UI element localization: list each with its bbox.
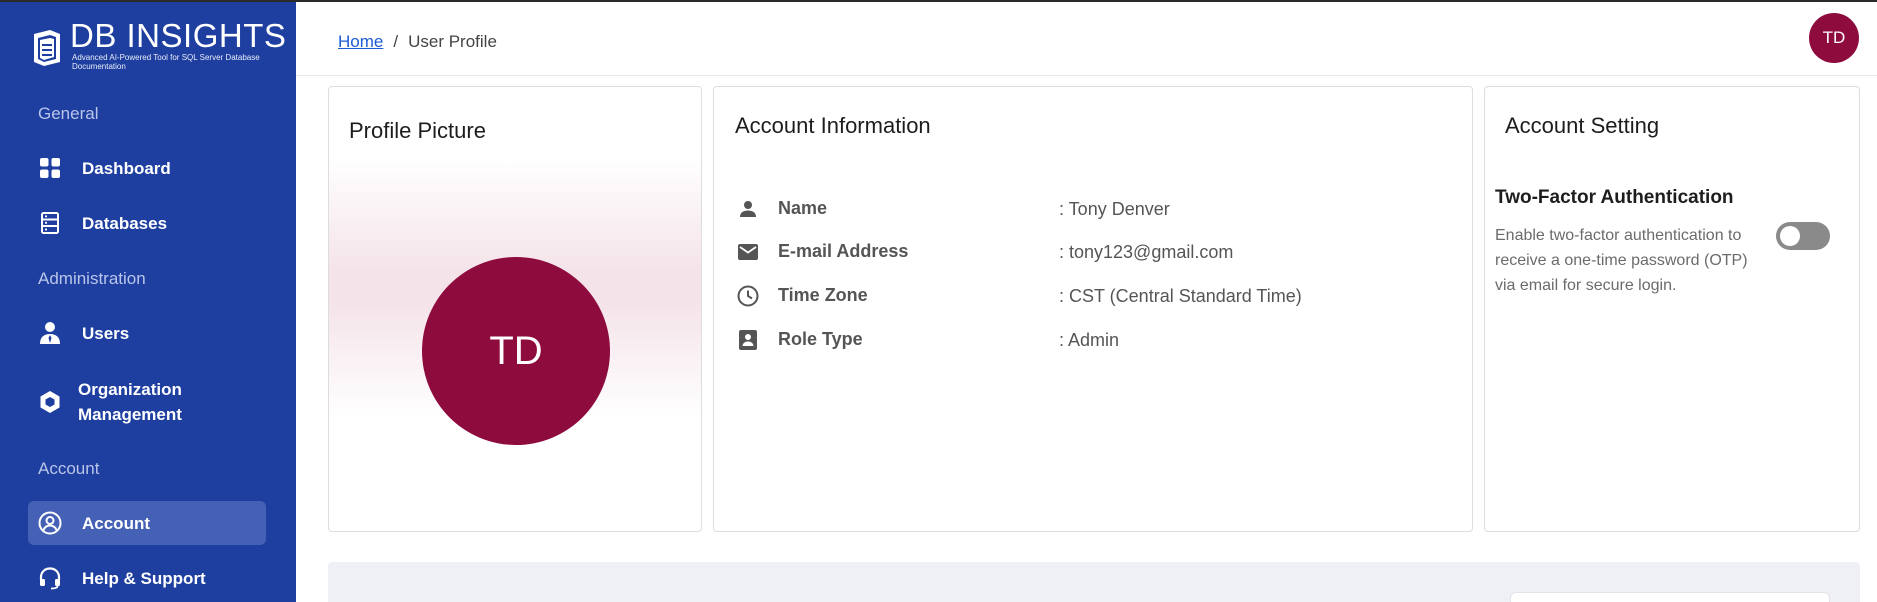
profile-picture-title: Profile Picture: [349, 118, 486, 143]
sidebar-item-label: Account: [82, 513, 150, 533]
sidebar-item-label: Organization Management: [78, 380, 182, 424]
logo-title: DB INSIGHTS: [70, 17, 287, 54]
bottom-panel-control[interactable]: [1510, 592, 1830, 602]
top-header: Home / User Profile TD: [296, 2, 1877, 76]
info-value: : tony123@gmail.com: [1059, 242, 1234, 262]
breadcrumb-separator: /: [393, 32, 399, 51]
mail-icon: [736, 240, 760, 264]
clock-icon: [736, 284, 760, 308]
sidebar-item-label: Databases: [82, 213, 168, 233]
breadcrumb: Home / User Profile: [338, 32, 497, 52]
info-row-name: Name : Tony Denver: [736, 196, 1436, 224]
breadcrumb-current: User Profile: [408, 32, 497, 51]
sidebar-item-help-support[interactable]: Help & Support: [28, 556, 266, 600]
headset-icon: [38, 566, 62, 590]
section-label-administration: Administration: [38, 269, 146, 288]
two-factor-title: Two-Factor Authentication: [1495, 187, 1734, 208]
info-value: : Admin: [1059, 330, 1120, 350]
sidebar-item-label: Help & Support: [82, 568, 206, 588]
info-label: Time Zone: [778, 285, 868, 305]
info-label: E-mail Address: [778, 241, 909, 261]
breadcrumb-home-link[interactable]: Home: [338, 32, 383, 52]
person-icon: [736, 197, 760, 221]
bottom-panel: [328, 562, 1860, 602]
sidebar-item-users[interactable]: Users: [28, 311, 266, 355]
user-avatar-button[interactable]: TD: [1809, 13, 1859, 63]
info-row-timezone: Time Zone : CST (Central Standard Time): [736, 283, 1436, 311]
account-circle-icon: [38, 511, 62, 535]
database-icon: [38, 211, 62, 235]
profile-avatar[interactable]: TD: [422, 257, 610, 445]
two-factor-toggle[interactable]: [1776, 222, 1830, 250]
section-label-general: General: [38, 104, 99, 123]
info-value: : Tony Denver: [1059, 199, 1170, 219]
info-label: Name: [778, 198, 828, 218]
sidebar-item-label: Users: [82, 323, 130, 343]
sidebar-item-label: Dashboard: [82, 158, 171, 178]
logo-subtitle: Advanced AI-Powered Tool for SQL Server …: [72, 53, 260, 71]
badge-icon: [736, 328, 760, 352]
sidebar-item-organization-management[interactable]: Organization Management: [28, 376, 228, 428]
toggle-knob: [1780, 226, 1800, 246]
top-border: [0, 0, 1877, 2]
profile-picture-card: Profile Picture TD: [328, 86, 702, 532]
info-label: Role Type: [778, 329, 863, 349]
grid-icon: [38, 156, 62, 180]
section-label-account: Account: [38, 459, 100, 478]
account-information-title: Account Information: [735, 113, 931, 138]
sidebar-item-account[interactable]: Account: [28, 501, 266, 545]
info-row-role: Role Type : Admin: [736, 327, 1436, 355]
sidebar-item-databases[interactable]: Databases: [28, 201, 266, 245]
app-logo[interactable]: DB INSIGHTS Advanced AI-Powered Tool for…: [30, 18, 286, 73]
info-value: : CST (Central Standard Time): [1059, 286, 1302, 306]
organization-icon: [38, 390, 62, 414]
sidebar: DB INSIGHTS Advanced AI-Powered Tool for…: [0, 0, 296, 602]
user-icon: [38, 321, 62, 345]
account-information-card: Account Information Name : Tony Denver E…: [713, 86, 1473, 532]
logo-database-icon: [34, 30, 60, 66]
account-setting-title: Account Setting: [1505, 113, 1660, 138]
sidebar-item-dashboard[interactable]: Dashboard: [28, 146, 266, 190]
account-setting-card: Account Setting Two-Factor Authenticatio…: [1484, 86, 1860, 532]
two-factor-description: Enable two-factor authentication to rece…: [1495, 227, 1748, 294]
info-row-email: E-mail Address : tony123@gmail.com: [736, 239, 1436, 267]
